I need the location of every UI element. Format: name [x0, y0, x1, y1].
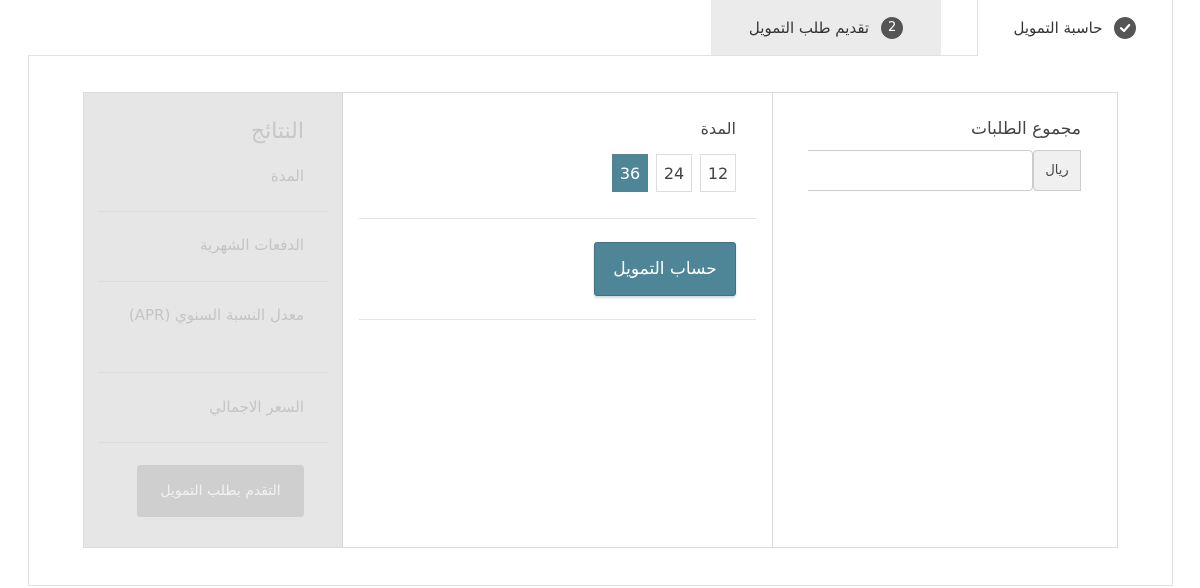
results-title: النتائج: [250, 119, 304, 144]
amount-column: مجموع الطلبات ريال: [773, 93, 1117, 547]
results-term-label: المدة: [270, 167, 304, 185]
tab-apply-financing[interactable]: 2 تقديم طلب التمويل: [711, 0, 941, 55]
term-label: المدة: [700, 119, 736, 138]
term-option-36[interactable]: 36: [612, 154, 648, 192]
term-options: 12 24 36: [612, 154, 736, 192]
steps-tabbar: حاسبة التمويل 2 تقديم طلب التمويل: [0, 0, 1200, 56]
divider: [98, 442, 328, 443]
divider: [359, 319, 756, 320]
calculator-form: مجموع الطلبات ريال المدة 12 24 36 حساب ا…: [83, 92, 1118, 548]
results-monthly-payments-label: الدفعات الشهرية: [199, 236, 304, 254]
divider: [98, 211, 328, 212]
results-apr-label: معدل النسبة السنوي (APR): [128, 306, 304, 324]
amount-input-group: ريال: [808, 150, 1081, 191]
calculate-financing-button[interactable]: حساب التمويل: [594, 242, 736, 296]
tab-financing-calculator[interactable]: حاسبة التمويل: [977, 0, 1173, 56]
proceed-financing-button[interactable]: التقدم بطلب التمويل: [137, 465, 304, 517]
check-circle-icon: [1114, 17, 1137, 39]
amount-label: مجموع الطلبات: [970, 119, 1081, 139]
step-number-badge: 2: [881, 16, 904, 39]
term-option-24[interactable]: 24: [656, 154, 692, 192]
results-column: النتائج المدة الدفعات الشهرية معدل النسب…: [84, 93, 343, 547]
divider: [98, 372, 328, 373]
term-column: المدة 12 24 36 حساب التمويل: [343, 93, 773, 547]
tab-label: تقديم طلب التمويل: [748, 18, 870, 37]
tab-label: حاسبة التمويل: [1013, 19, 1103, 37]
amount-input[interactable]: [808, 150, 1033, 191]
results-total-price-label: السعر الاجمالي: [209, 398, 304, 416]
currency-addon: ريال: [1033, 150, 1081, 191]
divider: [98, 281, 328, 282]
term-option-12[interactable]: 12: [700, 154, 736, 192]
divider: [359, 218, 756, 219]
